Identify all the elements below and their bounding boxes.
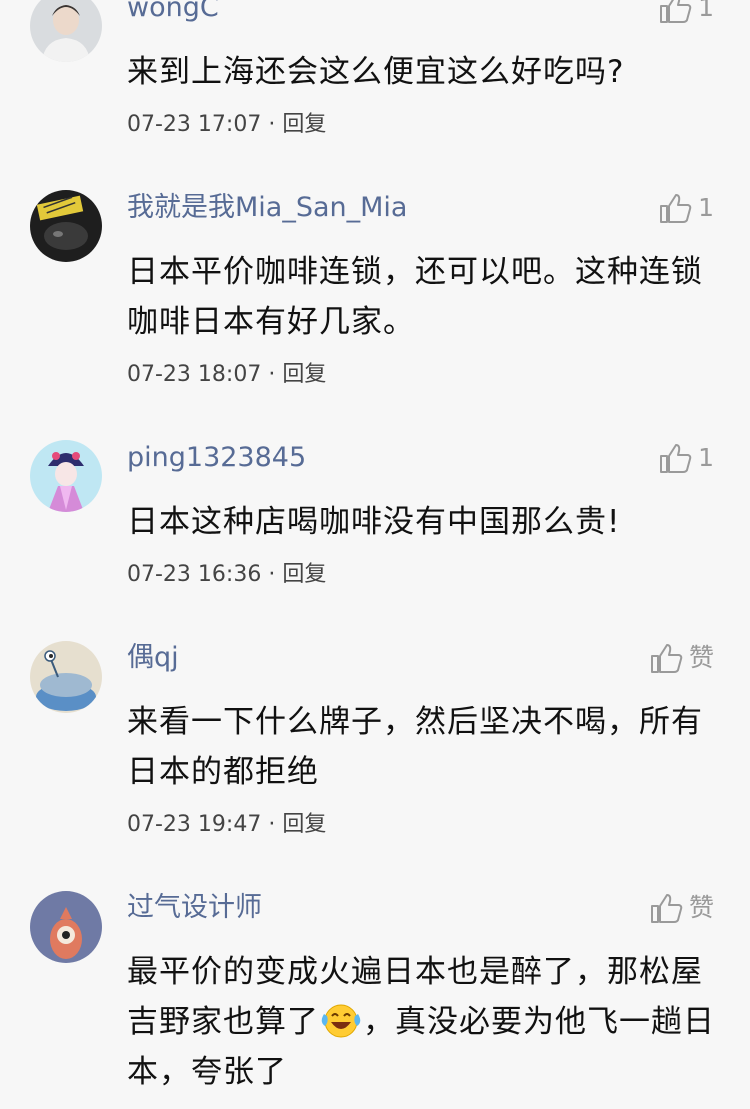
avatar[interactable]	[30, 190, 102, 262]
comment-text: 来看一下什么牌子，然后坚决不喝，所有日本的都拒绝	[127, 704, 703, 790]
username[interactable]: 我就是我Mia_San_Mia	[127, 192, 407, 224]
comment-text: 最平价的变成火遍日本也是醉了，那松屋吉野家也算了 ，真没必要为他飞一趟日本，夸张…	[127, 947, 721, 1097]
reply-button[interactable]: 回复	[282, 362, 326, 387]
comment-text: 日本平价咖啡连锁，还可以吧。这种连锁咖啡日本有好几家。	[127, 254, 703, 340]
like-count: 赞	[688, 643, 714, 672]
username[interactable]: 过气设计师	[127, 892, 262, 924]
reply-button[interactable]: 回复	[282, 112, 326, 137]
like-count: 1	[698, 193, 714, 222]
comment-text: 来到上海还会这么便宜这么好吃吗?	[127, 54, 625, 90]
meta-separator: ·	[261, 362, 283, 387]
comment-text: 日本这种店喝咖啡没有中国那么贵!	[127, 504, 621, 540]
username[interactable]: wongC	[127, 0, 219, 24]
like-button[interactable]: 1	[658, 192, 714, 224]
like-button[interactable]: 1	[658, 0, 714, 24]
like-button[interactable]: 赞	[649, 892, 714, 924]
comment-meta: 07-23 19:47 · 回复	[127, 810, 326, 840]
comment-meta: 07-23 16:36 · 回复	[127, 560, 326, 590]
comment-meta: 07-23 17:07 · 回复	[127, 110, 326, 140]
thumbs-up-icon	[660, 0, 692, 23]
avatar[interactable]	[30, 440, 102, 512]
reply-button[interactable]: 回复	[282, 562, 326, 587]
comment-meta: 07-23 18:07 · 回复	[127, 360, 326, 390]
like-count: 1	[698, 443, 714, 472]
like-count: 赞	[688, 893, 714, 922]
user-avatar-icon	[30, 440, 102, 512]
thumbs-up-icon	[650, 644, 683, 673]
comment-time: 07-23 16:36	[127, 562, 262, 587]
avatar[interactable]	[30, 891, 102, 963]
user-avatar-icon	[30, 0, 102, 62]
user-avatar-icon	[30, 641, 102, 713]
comment-time: 07-23 18:07	[127, 362, 262, 387]
reply-button[interactable]: 回复	[282, 812, 326, 837]
like-button[interactable]: 1	[658, 442, 714, 474]
meta-separator: ·	[261, 812, 283, 837]
username[interactable]: 偶qj	[127, 642, 179, 674]
thumbs-up-icon	[650, 894, 683, 923]
comment-time: 07-23 19:47	[127, 812, 262, 837]
like-button[interactable]: 赞	[649, 642, 714, 674]
meta-separator: ·	[261, 112, 283, 137]
avatar[interactable]	[30, 641, 102, 713]
thumbs-up-icon	[660, 444, 692, 473]
meta-separator: ·	[261, 562, 283, 587]
like-count: 1	[698, 0, 714, 22]
user-avatar-icon	[30, 891, 102, 963]
avatar[interactable]	[30, 0, 102, 62]
username[interactable]: ping1323845	[127, 442, 306, 474]
laughing-crying-emoji-icon	[321, 1004, 361, 1038]
comment-time: 07-23 17:07	[127, 112, 262, 137]
user-avatar-icon	[30, 190, 102, 262]
thumbs-up-icon	[660, 194, 692, 223]
